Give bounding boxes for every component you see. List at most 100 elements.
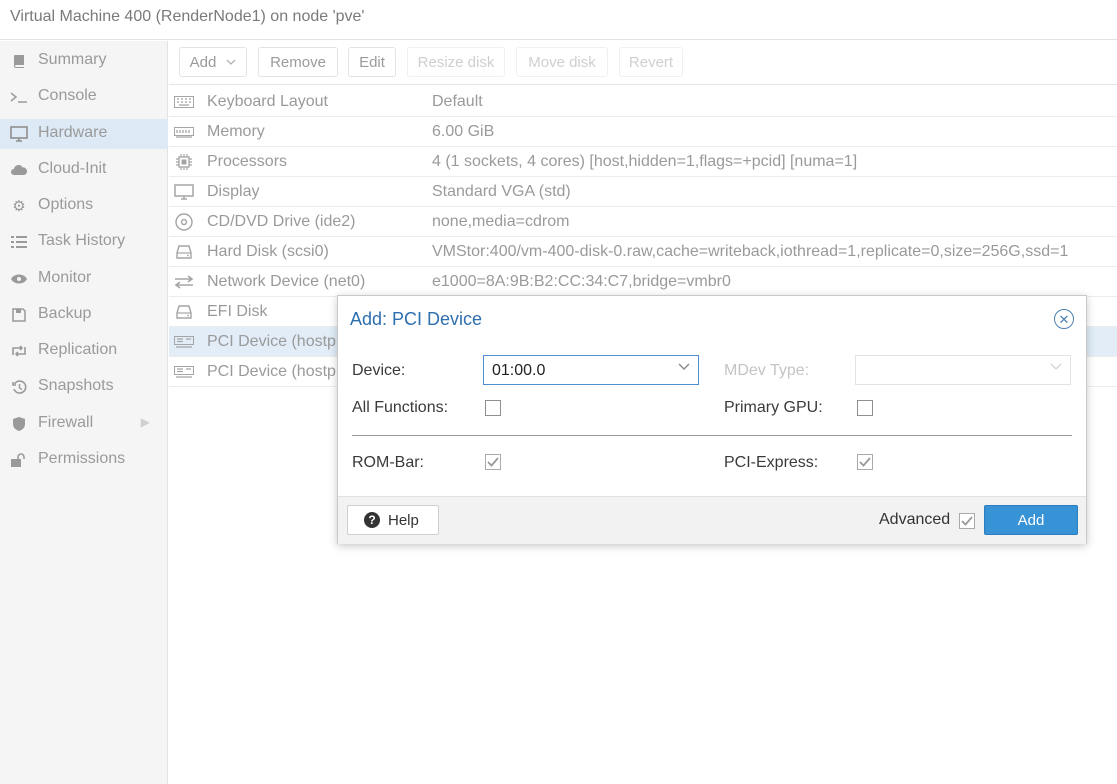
sidebar-item-label: Summary xyxy=(38,51,107,68)
sidebar-item-cloud-init[interactable]: Cloud-Init xyxy=(0,155,168,185)
pci-express-checkbox[interactable] xyxy=(857,454,873,470)
eye-icon xyxy=(10,271,28,287)
table-row[interactable]: Network Device (net0) e1000=8A:9B:B2:CC:… xyxy=(169,267,1117,297)
hardware-name: Network Device (net0) xyxy=(207,273,366,290)
gear-icon: ⚙ xyxy=(12,198,26,215)
primary-gpu-checkbox[interactable] xyxy=(857,400,873,416)
sidebar-item-label: Replication xyxy=(38,341,118,358)
rom-bar-checkbox[interactable] xyxy=(485,454,501,470)
sidebar-item-label: Firewall xyxy=(38,414,94,431)
mdev-type-combobox[interactable] xyxy=(855,355,1071,385)
hardware-value: 4 (1 sockets, 4 cores) [host,hidden=1,fl… xyxy=(432,153,858,170)
shield-icon xyxy=(10,416,28,432)
primary-gpu-label: Primary GPU: xyxy=(724,399,823,416)
sidebar-item-label: Options xyxy=(38,196,94,213)
sidebar-item-task-history[interactable]: Task History xyxy=(0,227,168,257)
sidebar-item-console[interactable]: Console xyxy=(0,82,168,112)
sidebar-item-label: Cloud-Init xyxy=(38,160,107,177)
device-value: 01:00.0 xyxy=(492,362,546,379)
check-icon xyxy=(961,516,973,526)
memory-icon xyxy=(174,125,194,139)
button-label: Add xyxy=(189,53,217,71)
sidebar-item-label: Backup xyxy=(38,305,92,322)
terminal-icon xyxy=(10,89,28,105)
dialog-title: Add: PCI Device xyxy=(350,309,483,329)
sidebar-item-hardware[interactable]: Hardware xyxy=(0,119,168,149)
hardware-value: Default xyxy=(432,93,483,110)
table-row[interactable]: Processors 4 (1 sockets, 4 cores) [host,… xyxy=(169,147,1117,177)
floppy-icon xyxy=(10,307,28,323)
book-icon xyxy=(10,53,28,69)
hardware-name: PCI Device (hostp xyxy=(207,333,336,350)
hardware-name: Processors xyxy=(207,153,288,170)
chevron-down-icon xyxy=(226,59,236,65)
close-icon[interactable]: ✕ xyxy=(1054,309,1074,329)
page-title: Virtual Machine 400 (RenderNode1) on nod… xyxy=(10,8,365,25)
add-pci-device-dialog: Add: PCI Device ✕ Device: 01:00.0 MDev T… xyxy=(337,295,1087,544)
retweet-icon xyxy=(10,343,28,359)
all-functions-label: All Functions: xyxy=(352,399,449,416)
list-icon xyxy=(10,234,28,250)
mdev-type-label: MDev Type: xyxy=(724,362,810,379)
advanced-checkbox[interactable] xyxy=(959,513,975,529)
sidebar-item-replication[interactable]: Replication xyxy=(0,336,168,366)
sidebar-item-label: Hardware xyxy=(38,124,108,141)
cpu-icon xyxy=(174,154,194,170)
section-divider xyxy=(352,435,1072,436)
table-row[interactable]: Display Standard VGA (std) xyxy=(169,177,1117,207)
hardware-value: e1000=8A:9B:B2:CC:34:C7,bridge=vmbr0 xyxy=(432,273,731,290)
sidebar-item-snapshots[interactable]: Snapshots xyxy=(0,372,168,402)
remove-button[interactable]: Remove xyxy=(258,47,338,77)
device-combobox[interactable]: 01:00.0 xyxy=(483,355,699,385)
pci-card-icon xyxy=(174,335,194,349)
add-button[interactable]: Add xyxy=(984,505,1078,535)
help-button-label: Help xyxy=(388,512,419,529)
hardware-value: 6.00 GiB xyxy=(432,123,495,140)
table-row[interactable]: Memory 6.00 GiB xyxy=(169,117,1117,147)
hardware-name: Memory xyxy=(207,123,265,140)
hardware-value: VMStor:400/vm-400-disk-0.raw,cache=write… xyxy=(432,243,1069,260)
hardware-name: Hard Disk (scsi0) xyxy=(207,243,329,260)
hardware-name: PCI Device (hostp xyxy=(207,363,336,380)
table-row[interactable]: CD/DVD Drive (ide2) none,media=cdrom xyxy=(169,207,1117,237)
sidebar-item-permissions[interactable]: Permissions xyxy=(0,445,168,475)
sidebar-item-monitor[interactable]: Monitor xyxy=(0,264,168,294)
panel-header: Virtual Machine 400 (RenderNode1) on nod… xyxy=(0,0,1117,40)
help-button[interactable]: ? Help xyxy=(347,505,439,535)
chevron-down-icon[interactable] xyxy=(678,362,690,374)
add-dropdown-button[interactable]: Add xyxy=(179,47,247,77)
hardware-name: CD/DVD Drive (ide2) xyxy=(207,213,356,230)
move-disk-button[interactable]: Move disk xyxy=(516,47,608,77)
chevron-down-icon xyxy=(1050,362,1062,374)
revert-button[interactable]: Revert xyxy=(619,47,683,77)
hdd-icon xyxy=(174,245,194,259)
table-row[interactable]: Hard Disk (scsi0) VMStor:400/vm-400-disk… xyxy=(169,237,1117,267)
pci-express-label: PCI-Express: xyxy=(724,454,819,471)
hardware-name: Keyboard Layout xyxy=(207,93,328,110)
cloud-icon xyxy=(10,162,28,178)
sidebar-item-firewall[interactable]: Firewall ▶ xyxy=(0,409,168,439)
sidebar-item-label: Console xyxy=(38,87,97,104)
resize-disk-button[interactable]: Resize disk xyxy=(407,47,505,77)
device-label: Device: xyxy=(352,362,406,379)
sidebar-item-label: Snapshots xyxy=(38,377,114,394)
table-row[interactable]: Keyboard Layout Default xyxy=(169,87,1117,117)
check-icon xyxy=(487,457,499,467)
sidebar-item-label: Task History xyxy=(38,232,126,249)
hardware-value: Standard VGA (std) xyxy=(432,183,571,200)
edit-button[interactable]: Edit xyxy=(348,47,396,77)
sidebar-item-backup[interactable]: Backup xyxy=(0,300,168,330)
hardware-name: EFI Disk xyxy=(207,303,268,320)
all-functions-checkbox[interactable] xyxy=(485,400,501,416)
exchange-icon xyxy=(174,275,194,289)
question-circle-icon: ? xyxy=(364,512,380,528)
keyboard-icon xyxy=(174,95,194,109)
vm-sidebar: Summary Console Hardware Cloud-Init ⚙ Op… xyxy=(0,41,168,784)
sidebar-item-summary[interactable]: Summary xyxy=(0,46,168,76)
sidebar-item-options[interactable]: ⚙ Options xyxy=(0,191,168,221)
hdd-icon xyxy=(174,305,194,319)
chevron-right-icon[interactable]: ▶ xyxy=(141,415,150,429)
history-icon xyxy=(10,379,28,395)
rom-bar-label: ROM-Bar: xyxy=(352,454,424,471)
sidebar-item-label: Monitor xyxy=(38,269,92,286)
